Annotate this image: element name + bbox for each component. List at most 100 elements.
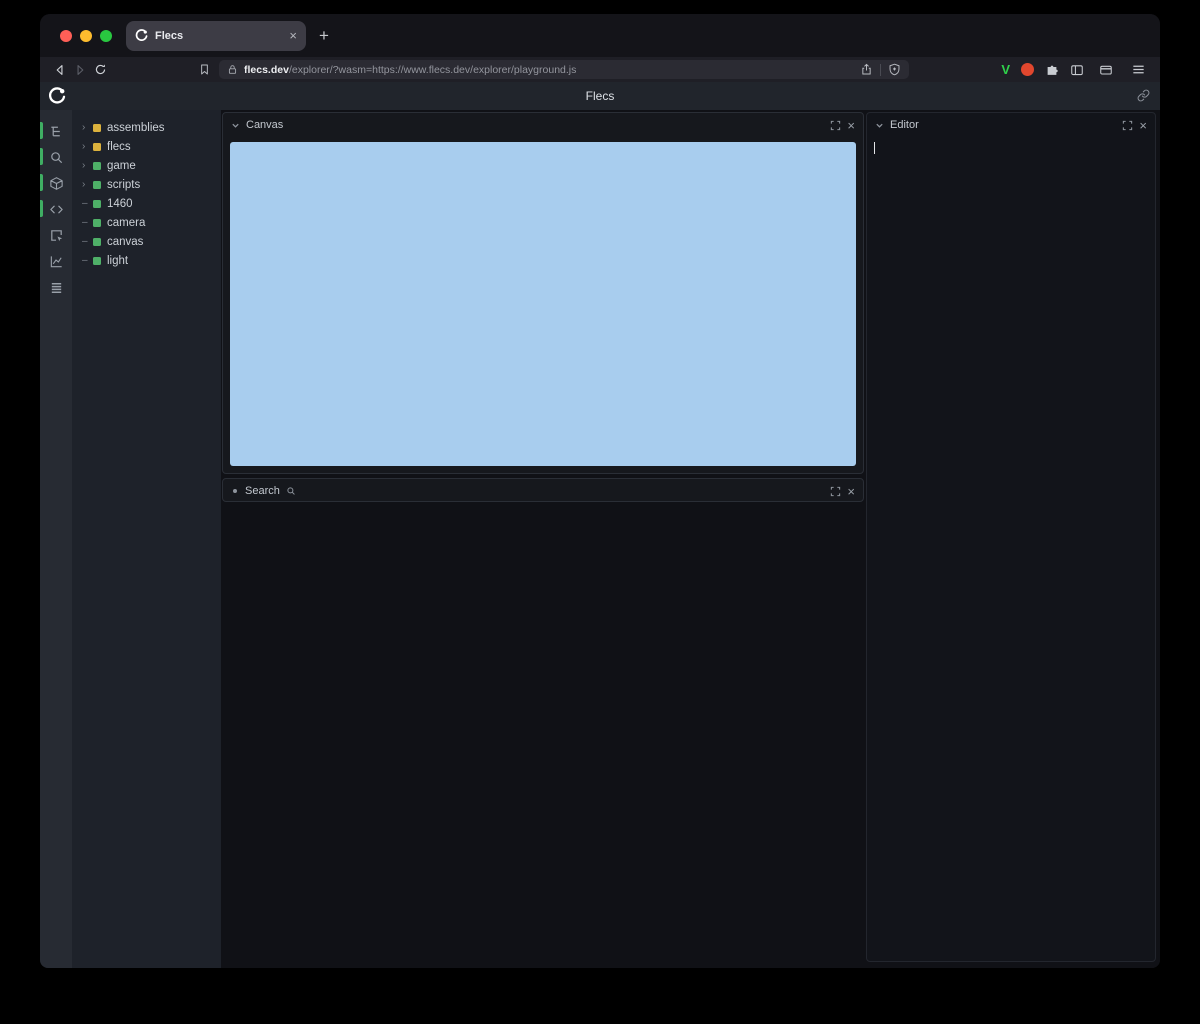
close-window-button[interactable]: [60, 30, 72, 42]
entity-label: canvas: [107, 236, 143, 248]
app-header: Flecs: [40, 82, 1160, 110]
tree-item-canvas[interactable]: – canvas: [72, 232, 221, 251]
inspect-icon[interactable]: [40, 222, 72, 248]
wallet-card-icon[interactable]: [1099, 63, 1113, 77]
editor-textarea[interactable]: [867, 137, 1155, 961]
page-title: Flecs: [40, 89, 1160, 103]
reload-button[interactable]: [90, 63, 110, 76]
tree-item-camera[interactable]: – camera: [72, 213, 221, 232]
leaf-dash-icon: –: [82, 236, 92, 247]
flecs-favicon-icon: [135, 29, 148, 42]
expand-chevron-icon[interactable]: ›: [82, 122, 92, 133]
tree-item-scripts[interactable]: › scripts: [72, 175, 221, 194]
tab-bar: Flecs × +: [40, 14, 1160, 57]
main-area: Canvas × Search: [221, 110, 1160, 968]
search-icon[interactable]: [40, 144, 72, 170]
entity-label: assemblies: [107, 122, 165, 134]
entity-label: game: [107, 160, 136, 172]
forward-button[interactable]: [70, 63, 90, 77]
vimium-extension-icon[interactable]: V: [1001, 62, 1010, 77]
new-tab-button[interactable]: +: [319, 27, 329, 44]
canvas-body: [223, 137, 863, 473]
permalink-icon[interactable]: [1137, 89, 1150, 102]
url-text: flecs.dev/explorer/?wasm=https://www.fle…: [244, 64, 576, 76]
search-panel: Search ×: [222, 478, 864, 502]
search-panel-title: Search: [245, 485, 280, 497]
icon-rail: [40, 110, 72, 968]
url-domain: flecs.dev: [244, 64, 289, 76]
app-body: › assemblies › flecs › game › scripts – 1460 – came…: [40, 110, 1160, 968]
extension-cluster: V: [1001, 62, 1150, 77]
tree-item-1460[interactable]: – 1460: [72, 194, 221, 213]
url-path: /explorer/?wasm=https://www.flecs.dev/ex…: [289, 64, 576, 76]
entity-tree: › assemblies › flecs › game › scripts – 1460 – came…: [72, 110, 221, 968]
canvas-panel-header: Canvas ×: [223, 113, 863, 137]
entity-color-square: [93, 238, 101, 246]
chevron-down-icon[interactable]: [875, 121, 884, 130]
canvas-close-icon[interactable]: ×: [847, 119, 855, 132]
url-bar[interactable]: flecs.dev/explorer/?wasm=https://www.fle…: [219, 60, 909, 79]
entity-color-square: [93, 257, 101, 265]
zoom-window-button[interactable]: [100, 30, 112, 42]
url-bar-separator: [880, 64, 881, 76]
tree-item-light[interactable]: – light: [72, 251, 221, 270]
tree-item-assemblies[interactable]: › assemblies: [72, 118, 221, 137]
collapsed-dot-icon: [233, 489, 237, 493]
leaf-dash-icon: –: [82, 198, 92, 209]
tab-close-icon[interactable]: ×: [289, 29, 297, 42]
traffic-lights: [60, 30, 112, 42]
entity-color-square: [93, 200, 101, 208]
canvas-panel: Canvas ×: [222, 112, 864, 474]
chart-icon[interactable]: [40, 248, 72, 274]
chevron-down-icon[interactable]: [231, 121, 240, 130]
editor-panel: Editor ×: [866, 112, 1156, 962]
leaf-dash-icon: –: [82, 217, 92, 228]
share-icon[interactable]: [860, 63, 873, 76]
lock-icon: [227, 64, 238, 75]
rows-icon[interactable]: [40, 274, 72, 300]
shields-icon[interactable]: [888, 63, 901, 76]
editor-panel-title: Editor: [890, 119, 919, 131]
fullscreen-icon[interactable]: [1122, 120, 1133, 131]
flecs-logo-icon: [48, 87, 66, 105]
browser-window: Flecs × + flecs.dev/explorer/?wasm=https…: [40, 14, 1160, 968]
editor-close-icon[interactable]: ×: [1139, 119, 1147, 132]
entity-color-square: [93, 219, 101, 227]
expand-chevron-icon[interactable]: ›: [82, 179, 92, 190]
canvas-panel-title: Canvas: [246, 119, 283, 131]
search-close-icon[interactable]: ×: [847, 485, 855, 498]
tree-item-game[interactable]: › game: [72, 156, 221, 175]
expand-chevron-icon[interactable]: ›: [82, 141, 92, 152]
minimize-window-button[interactable]: [80, 30, 92, 42]
tab-title: Flecs: [155, 30, 282, 42]
fullscreen-icon[interactable]: [830, 486, 841, 497]
entity-color-square: [93, 124, 101, 132]
entity-color-square: [93, 162, 101, 170]
text-cursor: [874, 142, 875, 154]
fullscreen-icon[interactable]: [830, 120, 841, 131]
entity-label: scripts: [107, 179, 140, 191]
canvas-viewport[interactable]: [230, 142, 856, 466]
expand-chevron-icon[interactable]: ›: [82, 160, 92, 171]
sidebar-toggle-icon[interactable]: [1070, 63, 1084, 77]
entity-label: flecs: [107, 141, 131, 153]
url-bar-actions: [860, 63, 901, 76]
extensions-puzzle-icon[interactable]: [1045, 63, 1059, 77]
magnifier-icon: [286, 486, 296, 496]
editor-panel-header: Editor ×: [867, 113, 1155, 137]
back-button[interactable]: [50, 63, 70, 77]
cube-icon[interactable]: [40, 170, 72, 196]
tree-item-flecs[interactable]: › flecs: [72, 137, 221, 156]
entity-label: camera: [107, 217, 145, 229]
leaf-dash-icon: –: [82, 255, 92, 266]
entity-label: light: [107, 255, 128, 267]
search-panel-header[interactable]: Search ×: [223, 479, 863, 503]
red-extension-icon[interactable]: [1021, 63, 1034, 76]
entity-label: 1460: [107, 198, 133, 210]
browser-tab[interactable]: Flecs ×: [126, 21, 306, 51]
bookmark-icon[interactable]: [198, 63, 211, 76]
code-icon[interactable]: [40, 196, 72, 222]
menu-icon[interactable]: [1131, 62, 1146, 77]
navigation-bar: flecs.dev/explorer/?wasm=https://www.fle…: [40, 57, 1160, 82]
entity-tree-icon[interactable]: [40, 118, 72, 144]
